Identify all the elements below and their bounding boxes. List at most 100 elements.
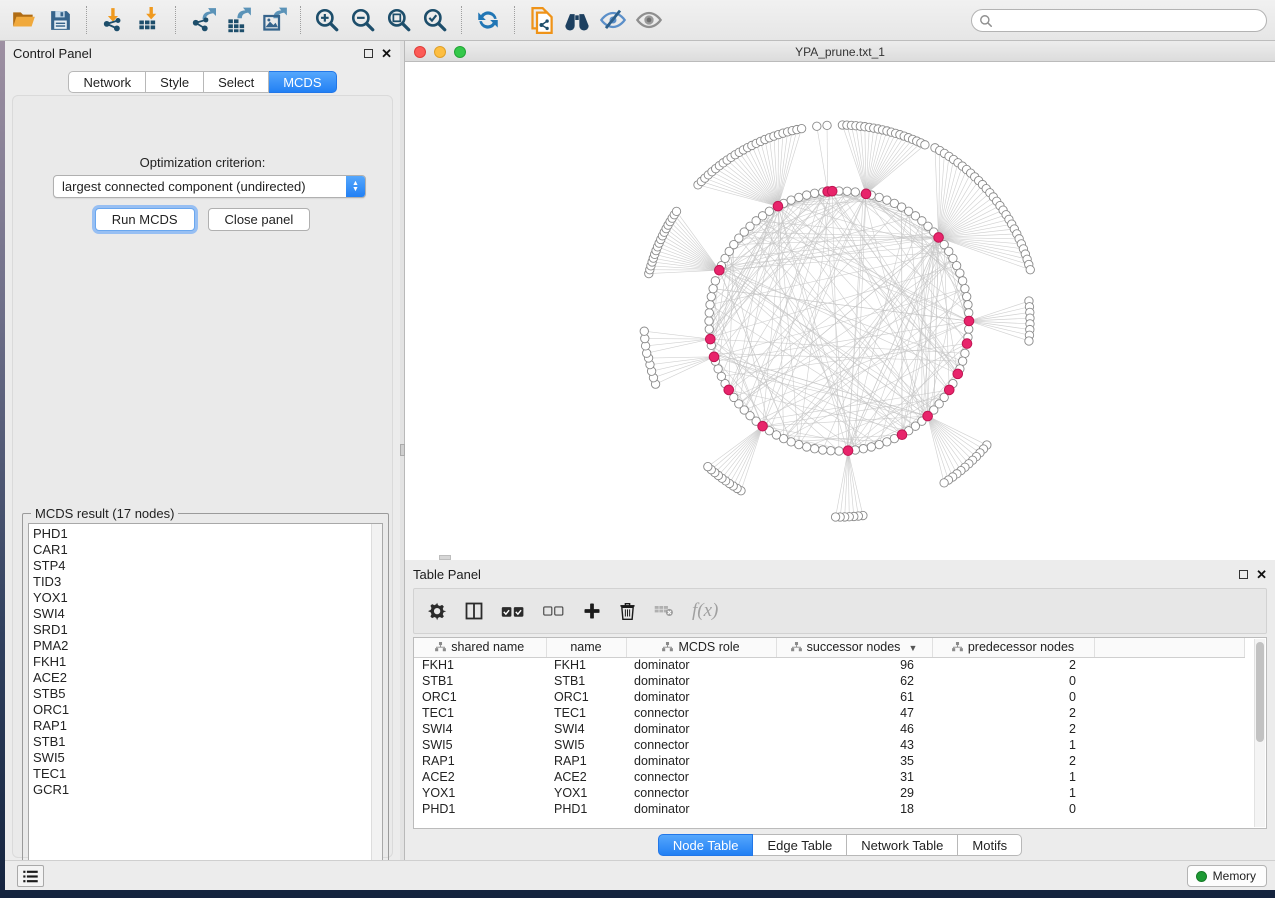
export-image-icon[interactable] [256,3,292,37]
network-node[interactable] [705,309,713,317]
show-all-eye-icon[interactable] [631,3,667,37]
network-node[interactable] [961,349,969,357]
search-binoculars-icon[interactable] [559,3,595,37]
table-cell[interactable] [1094,673,1244,689]
mcds-result-item[interactable]: PMA2 [33,638,382,654]
dominator-node[interactable] [715,265,725,275]
table-cell[interactable]: TEC1 [546,705,626,721]
table-cell[interactable]: dominator [626,673,776,689]
dominator-node[interactable] [962,339,972,349]
table-cell[interactable]: 18 [776,801,932,817]
task-history-button[interactable] [17,865,44,887]
network-node[interactable] [672,207,680,215]
mcds-result-item[interactable]: CAR1 [33,542,382,558]
table-cell[interactable]: dominator [626,721,776,737]
float-panel-icon[interactable] [364,49,373,58]
table-cell[interactable]: 0 [932,801,1094,817]
table-row[interactable]: ORC1ORC1dominator610 [414,689,1244,705]
table-cell[interactable]: RAP1 [414,753,546,769]
float-table-panel-icon[interactable] [1239,570,1248,579]
network-node[interactable] [875,440,883,448]
network-node[interactable] [962,292,970,300]
table-cell[interactable]: ACE2 [414,769,546,785]
table-cell[interactable] [1094,753,1244,769]
import-network-icon[interactable] [95,3,131,37]
network-node[interactable] [823,121,831,129]
toggle-columns-icon[interactable] [465,602,483,620]
network-node[interactable] [831,513,839,521]
table-cell[interactable]: RAP1 [546,753,626,769]
tab-style[interactable]: Style [146,71,204,93]
table-cell[interactable]: 29 [776,785,932,801]
mcds-result-list[interactable]: PHD1CAR1STP4TID3YOX1SWI4SRD1PMA2FKH1ACE2… [28,523,383,879]
run-mcds-button[interactable]: Run MCDS [95,208,195,231]
table-cell[interactable]: FKH1 [546,657,626,673]
table-cell[interactable]: YOX1 [414,785,546,801]
table-cell[interactable] [1094,657,1244,673]
tab-network[interactable]: Network [68,71,146,93]
table-cell[interactable]: connector [626,769,776,785]
table-cell[interactable]: ORC1 [546,689,626,705]
add-column-icon[interactable] [583,602,601,620]
network-node[interactable] [827,447,835,455]
tab-edge-table[interactable]: Edge Table [753,834,847,856]
mcds-result-item[interactable]: SWI4 [33,606,382,622]
table-cell[interactable]: 43 [776,737,932,753]
mcds-result-item[interactable]: YOX1 [33,590,382,606]
table-cell[interactable]: STB1 [414,673,546,689]
table-cell[interactable] [1094,737,1244,753]
network-node[interactable] [810,189,818,197]
table-cell[interactable]: 2 [932,705,1094,721]
network-node[interactable] [956,269,964,277]
table-cell[interactable] [1094,721,1244,737]
network-node[interactable] [714,365,722,373]
table-row[interactable]: YOX1YOX1connector291 [414,785,1244,801]
network-node[interactable] [795,193,803,201]
table-cell[interactable] [1094,705,1244,721]
network-window-titlebar[interactable]: YPA_prune.txt_1 [405,42,1275,62]
table-cell[interactable]: dominator [626,801,776,817]
mcds-result-item[interactable]: TEC1 [33,766,382,782]
table-scrollbar-thumb[interactable] [1256,642,1264,742]
table-cell[interactable]: 1 [932,769,1094,785]
table-cell[interactable]: 47 [776,705,932,721]
optimization-criterion-dropdown[interactable]: largest connected component (undirected)… [53,175,366,198]
table-row[interactable]: SWI5SWI5connector431 [414,737,1244,753]
table-cell[interactable]: 2 [932,721,1094,737]
network-node[interactable] [802,191,810,199]
network-node[interactable] [705,317,713,325]
network-node[interactable] [640,327,648,335]
table-cell[interactable]: PHD1 [546,801,626,817]
network-node[interactable] [802,443,810,451]
network-node[interactable] [851,188,859,196]
network-graph[interactable] [405,62,1273,558]
column-header-name[interactable]: name [546,638,626,657]
select-all-checkboxes-icon[interactable] [501,605,525,618]
close-panel-button[interactable]: Close panel [208,208,311,231]
table-cell[interactable]: 35 [776,753,932,769]
network-node[interactable] [958,277,966,285]
network-node[interactable] [787,196,795,204]
network-node[interactable] [843,187,851,195]
table-cell[interactable]: connector [626,705,776,721]
table-cell[interactable]: connector [626,785,776,801]
network-node[interactable] [819,446,827,454]
zoom-out-icon[interactable] [345,3,381,37]
network-canvas[interactable] [405,62,1275,560]
close-panel-icon[interactable]: ✕ [381,49,392,58]
delete-column-trash-icon[interactable] [619,602,636,621]
search-field[interactable] [971,9,1267,32]
dominator-node[interactable] [923,411,933,421]
dominator-node[interactable] [724,385,734,395]
table-row[interactable]: STB1STB1dominator620 [414,673,1244,689]
network-node[interactable] [765,207,773,215]
table-cell[interactable]: 0 [932,689,1094,705]
tab-node-table[interactable]: Node Table [658,834,754,856]
table-cell[interactable]: 46 [776,721,932,737]
table-cell[interactable]: dominator [626,753,776,769]
table-cell[interactable]: YOX1 [546,785,626,801]
export-network-icon[interactable] [184,3,220,37]
node-table[interactable]: shared namenameMCDS rolesuccessor nodes▼… [413,637,1267,829]
table-cell[interactable]: ORC1 [414,689,546,705]
network-node[interactable] [707,292,715,300]
